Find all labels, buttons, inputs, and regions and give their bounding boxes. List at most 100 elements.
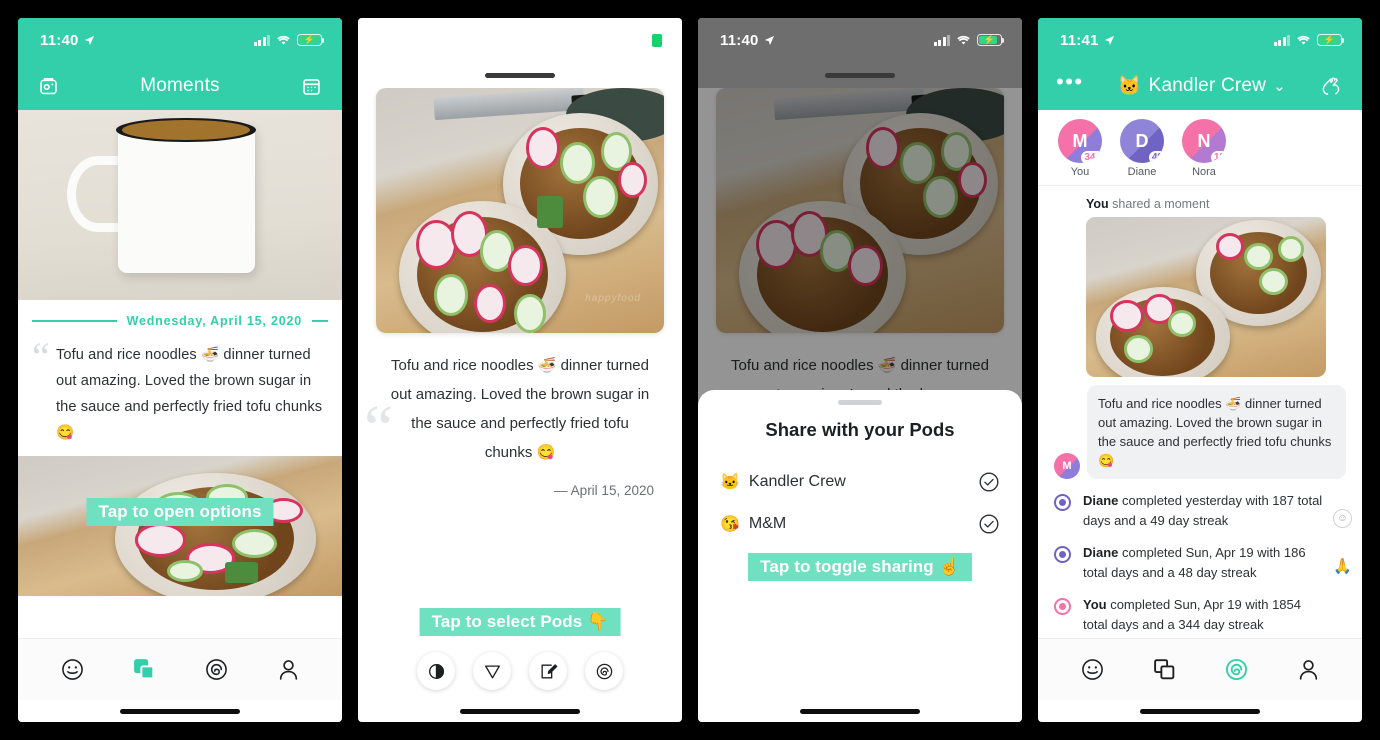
- wifi-icon: [1297, 35, 1310, 45]
- activity-row[interactable]: You completed Sat, Apr 18 with 1853 tota…: [1038, 635, 1362, 638]
- scallion: [225, 562, 258, 584]
- cucumber-slice: [167, 559, 203, 582]
- date-divider: Wednesday, April 15, 2020: [18, 300, 342, 338]
- cucumber-slice: [514, 293, 546, 333]
- pod-member[interactable]: D 49 Diane: [1118, 119, 1166, 185]
- location-arrow-icon: [1104, 35, 1114, 45]
- activity-row[interactable]: Diane completed Sun, Apr 19 with 186 tot…: [1038, 531, 1362, 583]
- calendar-icon[interactable]: [300, 74, 324, 98]
- chat-scroll[interactable]: You shared a moment M Tofu and rice nood…: [1038, 186, 1362, 638]
- detail-photo[interactable]: happyfood: [376, 88, 664, 333]
- action-button-row: [417, 652, 623, 700]
- camera-jar-icon[interactable]: [36, 74, 60, 98]
- quote-text: Tofu and rice noodles 🍜 dinner turned ou…: [56, 347, 323, 441]
- phone-share-sheet: 11:40 ⚡ Tofu and rice noodles 🍜 dinner t…: [698, 18, 1022, 722]
- sheet-grabber[interactable]: [825, 72, 895, 78]
- cellular-signal-icon: [253, 34, 270, 46]
- moment-detail-body: happyfood “ Tofu and rice noodles 🍜 dinn…: [358, 88, 682, 700]
- smiley-outline-icon[interactable]: ☺: [1333, 509, 1352, 528]
- cellular-signal-icon: [933, 34, 950, 46]
- home-indicator: [800, 708, 920, 714]
- status-bar: 11:40 ⚡: [698, 18, 1022, 62]
- avatar[interactable]: M 344: [1058, 119, 1102, 163]
- stacked-cards-icon[interactable]: [130, 656, 158, 684]
- cucumber-slice: [1124, 335, 1154, 363]
- person-icon[interactable]: [1294, 656, 1322, 684]
- radish-slice: [617, 161, 647, 199]
- avatar[interactable]: M: [1054, 453, 1080, 479]
- stacked-cards-icon[interactable]: [1150, 656, 1178, 684]
- callout-toggle-sharing: Tap to toggle sharing ☝️: [698, 553, 1022, 581]
- mug-photo: [18, 110, 342, 300]
- contrast-circle-icon[interactable]: [417, 652, 455, 690]
- tab-bar: [1038, 638, 1362, 700]
- radish-slice: [508, 244, 544, 287]
- pod-row[interactable]: 🐱 Kandler Crew: [698, 461, 1022, 503]
- more-dots-icon[interactable]: •••: [1056, 71, 1084, 93]
- detail-date: — April 15, 2020: [554, 483, 654, 498]
- spiral-icon[interactable]: [202, 656, 230, 684]
- edit-square-icon[interactable]: [529, 652, 567, 690]
- cellular-signal-icon: [1273, 34, 1290, 46]
- status-time-wrap: 11:40: [720, 32, 775, 49]
- avatar[interactable]: D 49: [1120, 119, 1164, 163]
- status-time-wrap: 11:41: [1060, 32, 1115, 49]
- pod-member[interactable]: M 344 You: [1056, 119, 1104, 185]
- paper-plane-icon[interactable]: [473, 652, 511, 690]
- streak-badge: 13: [1210, 151, 1226, 163]
- home-indicator: [460, 708, 580, 714]
- avatar-initial: N: [1197, 130, 1211, 151]
- feed-photo-mug[interactable]: [18, 110, 342, 300]
- screenshot-stage: 11:40 ⚡ Moments Wednesday, April 15, 202…: [0, 0, 1380, 740]
- activity-detail: completed Sun, Apr 19 with 1854 total da…: [1083, 597, 1301, 632]
- pray-emoji-reaction[interactable]: 🙏: [1333, 557, 1352, 575]
- smiley-face-icon[interactable]: [1078, 656, 1106, 684]
- check-circle-icon[interactable]: [978, 471, 1000, 493]
- sheet-grabber-wrap[interactable]: [698, 62, 1022, 88]
- moments-feed[interactable]: Wednesday, April 15, 2020 “ Tofu and ric…: [18, 110, 342, 638]
- radish-slice: [134, 523, 187, 557]
- activity-row[interactable]: You completed Sun, Apr 19 with 1854 tota…: [1038, 583, 1362, 635]
- chevron-down-icon[interactable]: ⌄: [1273, 77, 1286, 95]
- chat-moment-photo[interactable]: [1086, 217, 1326, 377]
- pod-row[interactable]: 😘 M&M: [698, 503, 1022, 545]
- pod-emoji-icon: 🐱: [720, 474, 740, 491]
- moment-quote: “ Tofu and rice noodles 🍜 dinner turned …: [18, 337, 342, 456]
- status-bar: 11:40 ⚡: [18, 18, 342, 62]
- home-indicator-wrap: [18, 700, 342, 722]
- sheet-handle[interactable]: [838, 400, 882, 405]
- avatar[interactable]: N 13: [1182, 119, 1226, 163]
- cucumber-slice: [433, 274, 469, 316]
- clap-hands-icon[interactable]: [1320, 74, 1344, 98]
- activity-row[interactable]: Diane completed yesterday with 187 total…: [1038, 479, 1362, 531]
- pod-title-wrap[interactable]: 🐱 Kandler Crew ⌄: [1118, 74, 1286, 98]
- cucumber-slice: [1244, 242, 1274, 270]
- spiral-icon[interactable]: [1222, 656, 1250, 684]
- radish-slice: [473, 284, 506, 324]
- location-arrow-icon: [764, 35, 774, 45]
- page-title: Moments: [140, 75, 220, 96]
- person-icon[interactable]: [274, 656, 302, 684]
- check-circle-icon[interactable]: [978, 513, 1000, 535]
- battery-icon: ⚡: [1317, 34, 1345, 46]
- mug-coffee: [122, 120, 251, 140]
- feed-photo-food[interactable]: Tap to open options: [18, 456, 342, 596]
- pod-label-wrap: 🐱 Kandler Crew: [720, 472, 846, 492]
- pod-members-strip: M 344 You D 49 Diane N 13 Nora: [1038, 110, 1362, 186]
- streak-badge: 344: [1081, 151, 1102, 163]
- smiley-face-icon[interactable]: [58, 656, 86, 684]
- status-bar-light: [358, 18, 682, 62]
- wifi-icon: [957, 35, 970, 45]
- sheet-grabber[interactable]: [485, 72, 555, 78]
- pod-emoji-icon: 😘: [720, 516, 740, 533]
- home-indicator: [1140, 708, 1260, 714]
- nav-header: ••• 🐱 Kandler Crew ⌄: [1038, 62, 1362, 110]
- food-photo: happyfood: [376, 88, 664, 333]
- activity-dot-icon: [1054, 546, 1071, 563]
- spiral-icon[interactable]: [585, 652, 623, 690]
- mug-body: [118, 125, 255, 274]
- status-indicators: ⚡: [253, 34, 325, 46]
- sheet-grabber-wrap[interactable]: [358, 62, 682, 88]
- cucumber-slice: [583, 176, 618, 218]
- pod-member[interactable]: N 13 Nora: [1180, 119, 1228, 185]
